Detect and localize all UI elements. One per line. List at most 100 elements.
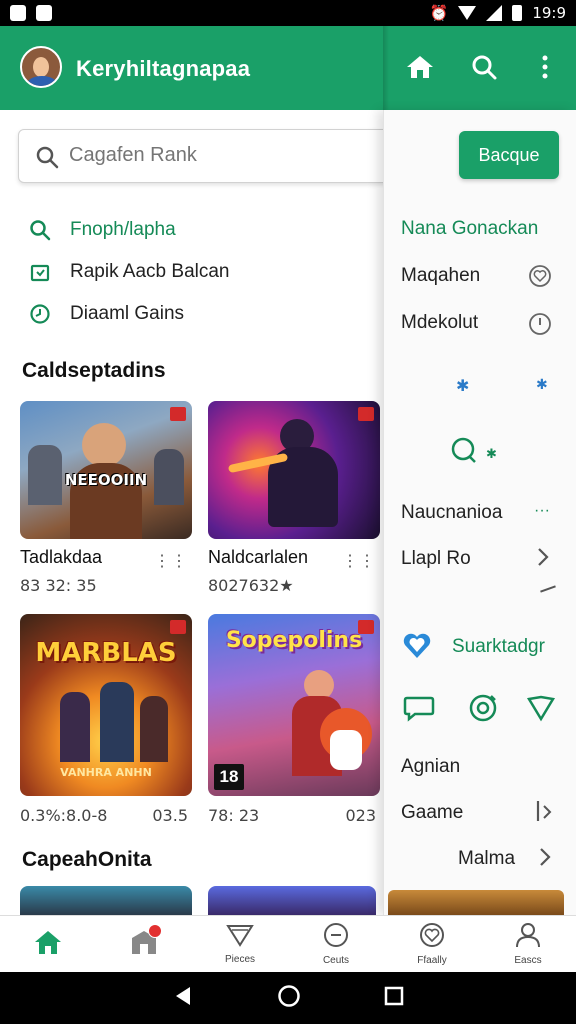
- thumbnail-title: Sopepolins: [225, 628, 363, 653]
- nav-label: Ceuts: [322, 955, 350, 966]
- bottom-navigation: Pieces Ceuts Ffaally Eascs: [0, 915, 576, 972]
- home-icon: [33, 928, 63, 961]
- nav-label: Pieces: [224, 954, 255, 965]
- nav-home[interactable]: [0, 916, 96, 972]
- game-meta: 83 32: 35: [20, 576, 97, 595]
- system-navigation: [0, 972, 576, 1024]
- section-title: CapeahOnita: [22, 848, 152, 871]
- new-badge: [170, 620, 186, 634]
- game-thumbnail[interactable]: [20, 886, 192, 915]
- search-box[interactable]: [18, 129, 446, 183]
- game-thumbnail[interactable]: NEEOOIIN: [20, 401, 192, 539]
- recents-icon[interactable]: [384, 986, 404, 1011]
- game-thumbnail[interactable]: Sopepolins 18: [208, 614, 380, 796]
- alarm-icon: ⏰: [429, 4, 449, 22]
- heart-icon[interactable]: [402, 632, 432, 660]
- nav-label: Eascs: [514, 955, 542, 966]
- game-meta-right: 03.5: [152, 806, 188, 825]
- thumbnail-subtitle: VANHRA ANHN: [60, 766, 152, 779]
- panel-item-label[interactable]: Gaame: [401, 802, 463, 824]
- panel-item-label[interactable]: Mdekolut: [401, 312, 478, 334]
- back-icon[interactable]: [172, 985, 194, 1012]
- tag-icon[interactable]: [526, 694, 556, 722]
- notification-icon: [10, 5, 26, 21]
- status-bar: ⏰ 19:9: [0, 0, 576, 26]
- quick-link-history[interactable]: Diaaml Gains: [28, 300, 184, 328]
- game-card[interactable]: MARBLAS VANHRA ANHN 0.3%:8.0-8 03.5: [20, 614, 192, 825]
- app-title: Keryhiltagnapaa: [76, 56, 251, 81]
- quick-link-label: Diaaml Gains: [70, 303, 185, 324]
- search-icon[interactable]: [469, 52, 499, 82]
- game-thumbnail[interactable]: MARBLAS VANHRA ANHN: [20, 614, 192, 796]
- panel-item-label[interactable]: Agnian: [401, 756, 460, 778]
- panel-action-button[interactable]: Bacque: [459, 131, 559, 179]
- thumbnail-title: MARBLAS: [35, 638, 177, 668]
- notification-badge: [148, 924, 162, 938]
- avatar[interactable]: [20, 46, 62, 88]
- person-icon: [514, 922, 542, 953]
- panel-item-label[interactable]: Llapl Ro: [401, 548, 471, 570]
- app-bar: Keryhiltagnapaa: [0, 26, 576, 110]
- game-meta-right: 023: [345, 806, 376, 825]
- search-input[interactable]: [69, 144, 429, 167]
- panel-item-label[interactable]: Naucnanioa: [401, 502, 502, 524]
- nav-pieces[interactable]: Pieces: [192, 916, 288, 972]
- sparkle-icon: ✱: [456, 378, 470, 395]
- game-thumbnail[interactable]: [208, 401, 380, 539]
- clock-icon: [28, 302, 52, 326]
- battery-icon: [512, 5, 523, 21]
- game-name: Naldcarlalen: [208, 547, 309, 567]
- clock: 19:9: [532, 4, 566, 22]
- game-card[interactable]: Sopepolins 18 78: 23 023: [208, 614, 380, 825]
- chat-icon[interactable]: [450, 436, 478, 464]
- nav-ceuts[interactable]: Ceuts: [288, 916, 384, 972]
- nav-eascs[interactable]: Eascs: [480, 916, 576, 972]
- quick-link-discover[interactable]: Fnoph/lapha: [28, 216, 176, 244]
- new-badge: [170, 407, 186, 421]
- game-thumbnail[interactable]: [208, 886, 376, 915]
- panel-featured-label[interactable]: Suarktadgr: [452, 636, 545, 658]
- quick-link-label: Rapik Aacb Balcan: [70, 261, 230, 282]
- thumbnail-title: NEEOOIIN: [64, 471, 148, 489]
- section-title: Caldseptadins: [22, 359, 166, 382]
- wifi-icon: [458, 6, 477, 20]
- home-button-icon[interactable]: [277, 984, 301, 1013]
- signal-icon: [486, 5, 503, 21]
- panel-item-label[interactable]: Maqahen: [401, 265, 480, 287]
- game-card[interactable]: NEEOOIIN Tadlakdaa ⋮⋮ 83 32: 35: [20, 401, 192, 595]
- chevron-right-icon[interactable]: [538, 846, 552, 868]
- bag-icon: [28, 260, 52, 284]
- game-meta: 8027632★: [208, 576, 294, 595]
- nav-ffaally[interactable]: Ffaally: [384, 916, 480, 972]
- age-rating-badge: 18: [214, 764, 244, 790]
- mail-icon: [36, 5, 52, 21]
- heart-icon: [417, 922, 447, 953]
- chevron-right-icon[interactable]: [536, 546, 550, 568]
- more-options-icon[interactable]: ⋮⋮: [342, 551, 376, 571]
- sparkle-icon: ✱: [536, 376, 548, 392]
- target-icon[interactable]: [467, 692, 499, 724]
- home-icon[interactable]: [405, 52, 435, 82]
- more-vert-icon[interactable]: [530, 52, 560, 82]
- quick-link-store[interactable]: Rapik Aacb Balcan: [28, 258, 230, 286]
- shield-icon[interactable]: [528, 312, 552, 336]
- quick-link-label: Fnoph/lapha: [70, 219, 176, 240]
- game-meta: 0.3%:8.0-8: [20, 806, 108, 825]
- search-icon: [35, 145, 59, 174]
- chat-bubble-icon[interactable]: [403, 694, 435, 722]
- nav-store[interactable]: [96, 916, 192, 972]
- clock-icon: [322, 922, 350, 953]
- nav-label: Ffaally: [417, 955, 447, 966]
- game-card[interactable]: Naldcarlalen ⋮⋮ 8027632★: [208, 401, 380, 595]
- new-badge: [358, 620, 374, 634]
- more-horiz-icon[interactable]: ···: [534, 502, 550, 520]
- game-thumbnail[interactable]: [388, 890, 564, 915]
- game-name: Tadlakdaa: [20, 547, 103, 567]
- panel-item-label[interactable]: Malma: [458, 848, 515, 870]
- new-badge: [358, 407, 374, 421]
- more-options-icon[interactable]: ⋮⋮: [154, 551, 188, 571]
- search-icon: [28, 218, 52, 242]
- heart-icon[interactable]: [528, 264, 552, 288]
- sort-icon[interactable]: [532, 798, 554, 824]
- pizza-icon: [226, 923, 254, 952]
